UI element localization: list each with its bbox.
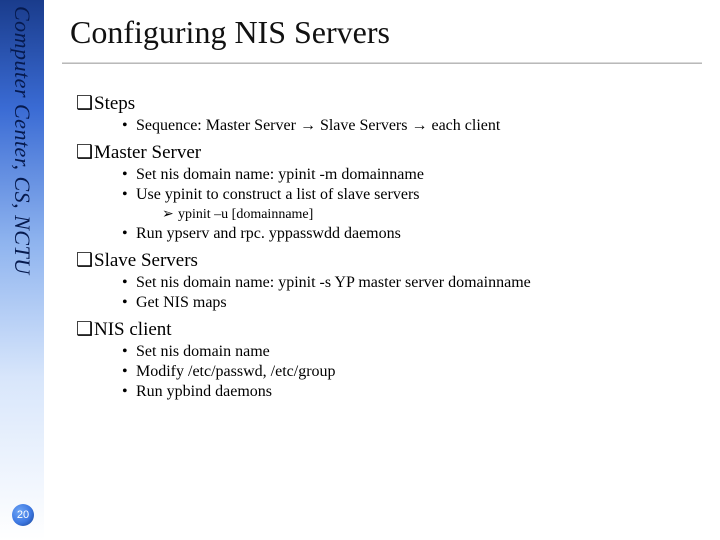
text-run: Slave Servers: [316, 117, 412, 134]
bullet-dot-icon: •: [122, 225, 136, 243]
bullet-dot-icon: •: [122, 274, 136, 292]
bullet-arrowhead-icon: ➢: [162, 206, 178, 223]
list-item: ➢ ypinit –u [domainname]: [162, 206, 702, 223]
list-item: • Set nis domain name: ypinit -m domainn…: [122, 166, 702, 184]
heading-text: Master Server: [94, 142, 201, 164]
bullet-dot-icon: •: [122, 383, 136, 401]
item-text: Modify /etc/passwd, /etc/group: [136, 363, 336, 381]
text-run: Sequence: Master Server: [136, 117, 300, 134]
rail-org-text: Computer Center, CS, NCTU: [9, 6, 35, 275]
section-heading-steps: ❑ Steps: [76, 92, 702, 115]
list-item: • Get NIS maps: [122, 294, 702, 312]
item-text: Run ypserv and rpc. yppasswdd daemons: [136, 225, 401, 243]
item-text: Set nis domain name: [136, 343, 270, 361]
bullet-square-icon: ❑: [76, 318, 94, 341]
item-text: Set nis domain name: ypinit -s YP master…: [136, 274, 531, 292]
section-heading-slave: ❑ Slave Servers: [76, 249, 702, 272]
list-item: • Run ypserv and rpc. yppasswdd daemons: [122, 225, 702, 243]
list-item: • Set nis domain name: [122, 343, 702, 361]
arrow-icon: →: [411, 117, 427, 134]
arrow-icon: →: [300, 117, 316, 134]
heading-text: Slave Servers: [94, 250, 198, 272]
list-item: • Run ypbind daemons: [122, 383, 702, 401]
title-underline: [62, 62, 702, 64]
item-text: Run ypbind daemons: [136, 383, 272, 401]
slide: Computer Center, CS, NCTU 20 Configuring…: [0, 0, 720, 540]
bullet-dot-icon: •: [122, 294, 136, 312]
bullet-square-icon: ❑: [76, 141, 94, 164]
list-item: • Set nis domain name: ypinit -s YP mast…: [122, 274, 702, 292]
list-item: • Modify /etc/passwd, /etc/group: [122, 363, 702, 381]
heading-text: Steps: [94, 93, 135, 115]
item-text: Get NIS maps: [136, 294, 227, 312]
item-text: Set nis domain name: ypinit -m domainnam…: [136, 166, 424, 184]
bullet-square-icon: ❑: [76, 92, 94, 115]
page-number-badge: 20: [12, 504, 34, 526]
list-item: • Use ypinit to construct a list of slav…: [122, 186, 702, 204]
bullet-dot-icon: •: [122, 186, 136, 204]
item-text: Use ypinit to construct a list of slave …: [136, 186, 420, 204]
slide-title: Configuring NIS Servers: [70, 14, 390, 51]
section-heading-master: ❑ Master Server: [76, 141, 702, 164]
bullet-dot-icon: •: [122, 343, 136, 361]
section-heading-client: ❑ NIS client: [76, 318, 702, 341]
list-item: • Sequence: Master Server → Slave Server…: [122, 117, 702, 135]
bullet-square-icon: ❑: [76, 249, 94, 272]
left-rail: Computer Center, CS, NCTU: [0, 0, 44, 540]
item-text: Sequence: Master Server → Slave Servers …: [136, 117, 500, 135]
bullet-dot-icon: •: [122, 363, 136, 381]
bullet-dot-icon: •: [122, 117, 136, 135]
content-area: ❑ Steps • Sequence: Master Server → Slav…: [76, 92, 702, 401]
item-text: ypinit –u [domainname]: [178, 207, 313, 223]
text-run: each client: [427, 117, 500, 134]
heading-text: NIS client: [94, 319, 172, 341]
bullet-dot-icon: •: [122, 166, 136, 184]
